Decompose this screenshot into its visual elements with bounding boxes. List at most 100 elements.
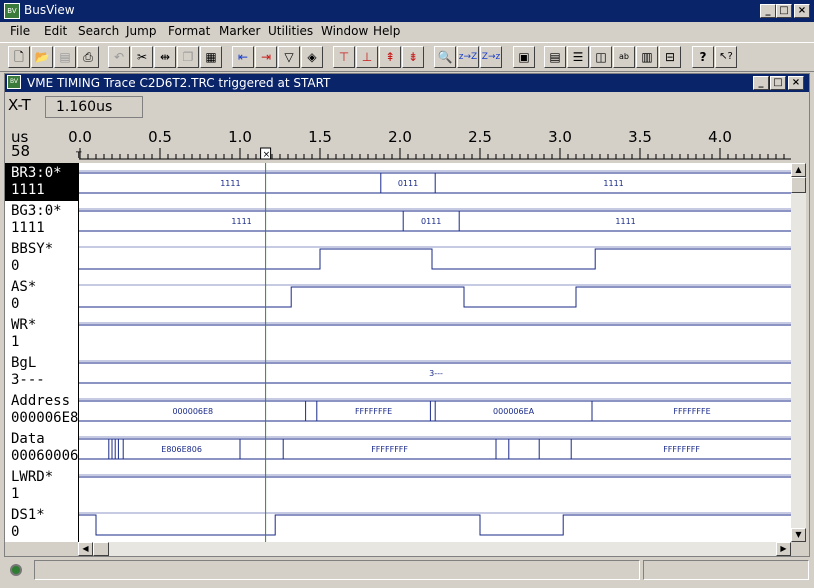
context-help-icon[interactable]: ↖? [715,46,737,68]
maximize-button[interactable]: □ [776,4,792,18]
save-icon[interactable]: ▤ [54,46,76,68]
marker-top-icon[interactable]: ⊤ [333,46,355,68]
status-bar [0,560,814,588]
waveform-plot[interactable]: 1111 0111 1111 1111 0111 1111 3--- 000006E8 FFFF… [78,163,792,542]
menu-help[interactable]: Help [373,24,400,38]
signal-value: 000006E8 [11,410,79,426]
signal-row-label[interactable]: BgL 3--- [5,353,78,391]
menu-format[interactable]: Format [168,24,210,38]
signal-value: 1 [11,334,20,350]
app-title-bar: BV BusView _ □ × [0,0,814,22]
zoom-out-icon[interactable]: Z→z [480,46,502,68]
menu-bar: File Edit Search Jump Format Marker Util… [0,22,814,42]
vertical-scroll-thumb[interactable] [791,177,806,193]
signal-row-label[interactable]: WR* 1 [5,315,78,353]
help-icon[interactable]: ? [692,46,714,68]
close-button[interactable]: × [794,4,810,18]
signal-value: 1111 [11,220,45,236]
status-indicator-icon [10,564,22,576]
bus-value-label: 1111 [220,179,240,188]
ruler-tick-label: 2.0 [388,128,412,146]
horizontal-scroll-thumb[interactable] [93,542,109,556]
marker-icon[interactable]: ◈ [301,46,323,68]
app-title: BusView [24,3,75,17]
menu-utilities[interactable]: Utilities [268,24,313,38]
tile-horizontal-icon[interactable]: ☰ [567,46,589,68]
goto-start-icon[interactable]: ⇤ [232,46,254,68]
bus-value-label: 000006EA [493,407,535,416]
trace-window-icon[interactable]: BV [7,75,21,89]
new-icon[interactable]: 🗋 [8,46,30,68]
vertical-scrollbar[interactable]: ▲ ▼ [791,163,806,542]
goto-end-icon[interactable]: ⇥ [255,46,277,68]
bus-value-label: 1111 [615,217,635,226]
app-icon[interactable]: BV [4,3,20,19]
trace-window-title: VME TIMING Trace C2D6T2.TRC triggered at… [27,76,331,90]
menu-file[interactable]: File [10,24,30,38]
split-icon[interactable]: ⇹ [154,46,176,68]
menu-marker[interactable]: Marker [219,24,260,38]
waveform-svg: 1111 0111 1111 1111 0111 1111 3--- 000006E8 FFFF… [79,163,792,542]
marker-next-icon[interactable]: ⇞ [379,46,401,68]
signal-row-label[interactable]: AS* 0 [5,277,78,315]
ruler-tick-label: 0.5 [148,128,172,146]
signal-name: BBSY* [11,241,54,257]
menu-jump[interactable]: Jump [126,24,156,38]
layout-icon[interactable]: ⊟ [659,46,681,68]
ruler-tick-label: 4.0 [708,128,732,146]
signal-name: BR3:0* [11,165,62,181]
paste-icon[interactable]: ▦ [200,46,222,68]
zoom-in-icon[interactable]: z→Z [457,46,479,68]
trace-close-button[interactable]: × [788,76,804,90]
minimize-button[interactable]: _ [760,4,776,18]
trace-minimize-button[interactable]: _ [753,76,769,90]
signal-waveform [79,514,792,536]
signal-name: AS* [11,279,37,295]
menu-search[interactable]: Search [78,24,119,38]
list-icon[interactable]: ab [613,46,635,68]
signal-row-label[interactable]: LWRD* 1 [5,467,78,505]
scroll-right-button[interactable]: ▶ [776,542,791,556]
signal-value: 0 [11,258,20,274]
undo-icon[interactable]: ↶ [108,46,130,68]
window-icon[interactable]: ▣ [513,46,535,68]
bus-value-label: FFFFFFFE [355,407,392,416]
scroll-left-button[interactable]: ◀ [78,542,93,556]
print-icon[interactable]: ⎙ [77,46,99,68]
signal-row-label[interactable]: Address 000006E8 [5,391,78,429]
zoom-find-icon[interactable]: 🔍 [434,46,456,68]
ruler-tick-label: 0.0 [68,128,92,146]
signal-label-panel[interactable]: BR3:0* 1111 BG3:0* 1111 BBSY* 0 AS* 0 WR* 1 BgL 3--… [5,163,78,542]
scroll-down-button[interactable]: ▼ [791,528,806,542]
menu-window[interactable]: Window [321,24,368,38]
trace-maximize-button[interactable]: □ [770,76,786,90]
status-pane-secondary [643,560,809,580]
cut-icon[interactable]: ✂ [131,46,153,68]
bus-value-label: FFFFFFFF [371,445,408,454]
marker-bottom-icon[interactable]: ⊥ [356,46,378,68]
signal-row-label[interactable]: BR3:0* 1111 [5,163,78,201]
ruler-tick-label: 1.0 [228,128,252,146]
scroll-up-button[interactable]: ▲ [791,163,806,177]
toolbar: 🗋 📂 ▤ ⎙ ↶ ✂ ⇹ ❐ ▦ ⇤ ⇥ ▽ ◈ ⊤ ⊥ ⇞ ⇟ 🔍 z→Z … [0,42,814,72]
marker-prev-icon[interactable]: ⇟ [402,46,424,68]
ruler-tick-label: 3.0 [548,128,572,146]
horizontal-scrollbar[interactable]: ◀ ▶ [78,542,791,556]
ruler-tick-label: 2.5 [468,128,492,146]
signal-name: DS1* [11,507,45,523]
cascade-icon[interactable]: ▤ [544,46,566,68]
ruler-tick-label: 3.5 [628,128,652,146]
marker-down-icon[interactable]: ▽ [278,46,300,68]
bus-value-label: 0111 [421,217,441,226]
tile-vertical-icon[interactable]: ◫ [590,46,612,68]
signal-row-label[interactable]: DS1* 0 [5,505,78,543]
menu-edit[interactable]: Edit [44,24,67,38]
copy-icon[interactable]: ❐ [177,46,199,68]
table-icon[interactable]: ▥ [636,46,658,68]
time-ruler[interactable]: us 58 0.0 0.5 1.0 1.5 2.0 2.5 3.0 3.5 4.0 T × [5,126,791,162]
signal-row-label[interactable]: BBSY* 0 [5,239,78,277]
signal-row-label[interactable]: Data 00060006 [5,429,78,467]
signal-row-label[interactable]: BG3:0* 1111 [5,201,78,239]
signal-name: Address [11,393,71,409]
open-icon[interactable]: 📂 [31,46,53,68]
